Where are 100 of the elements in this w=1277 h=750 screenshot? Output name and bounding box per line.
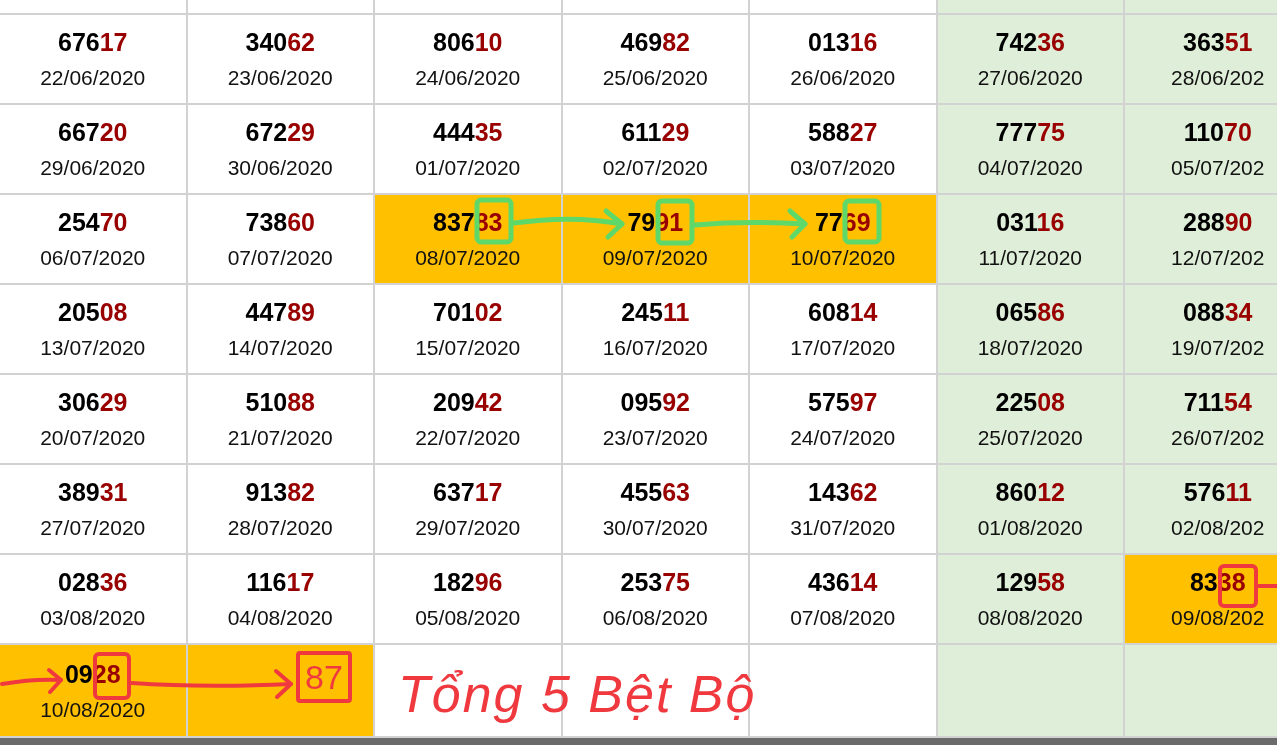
draw-date: 02/08/202	[1171, 516, 1265, 540]
lottery-number: 67617	[58, 28, 128, 56]
draw-date: 18/07/2020	[977, 336, 1083, 360]
draw-date: 28/07/2020	[227, 516, 333, 540]
draw-date: 05/07/202	[1171, 156, 1265, 180]
draw-date: 15/07/2020	[415, 336, 521, 360]
draw-date: 13/07/2020	[40, 336, 146, 360]
draw-date: 27/07/2020	[40, 516, 146, 540]
lottery-number: 74236	[995, 28, 1065, 56]
draw-date: 10/08/2020	[40, 697, 146, 722]
lottery-number: 25375	[620, 568, 690, 596]
draw-date: 14/07/2020	[227, 336, 333, 360]
lottery-number: 80610	[433, 28, 503, 56]
draw-date: 01/08/2020	[977, 516, 1083, 540]
lottery-number: 91382	[245, 478, 315, 506]
lottery-number: 22508	[995, 388, 1065, 416]
lottery-number: 20942	[433, 388, 503, 416]
draw-date: 24/07/2020	[790, 426, 896, 450]
lottery-number: 02836	[58, 568, 128, 596]
lottery-number: 63717	[433, 478, 503, 506]
draw-date: 08/07/2020	[415, 246, 521, 270]
draw-date: 07/08/2020	[790, 606, 896, 630]
lottery-number: 51088	[245, 388, 315, 416]
draw-date: 05/08/2020	[415, 606, 521, 630]
draw-date: 03/07/2020	[790, 156, 896, 180]
highlight-box	[1218, 564, 1258, 608]
lottery-number: 71154	[1183, 388, 1252, 416]
lottery-number: 18296	[433, 568, 503, 596]
lottery-number: 57597	[808, 388, 878, 416]
highlight-box	[474, 197, 514, 245]
draw-date: 25/06/2020	[602, 66, 708, 90]
handwritten-number: 87	[296, 651, 352, 703]
lottery-number: 14362	[808, 478, 878, 506]
draw-date: 10/07/2020	[790, 246, 896, 270]
draw-date: 26/07/202	[1171, 426, 1265, 450]
draw-date: 04/07/2020	[977, 156, 1083, 180]
lottery-number: 44435	[433, 118, 503, 146]
draw-date: 16/07/2020	[602, 336, 708, 360]
draw-date: 11/07/2020	[978, 246, 1082, 270]
lottery-number: 11617	[246, 568, 315, 596]
lottery-number: 09592	[620, 388, 690, 416]
lottery-number: 67229	[245, 118, 315, 146]
lottery-number: 73860	[245, 208, 315, 236]
draw-date: 31/07/2020	[790, 516, 896, 540]
highlight-box	[93, 652, 131, 700]
draw-date: 29/06/2020	[40, 156, 146, 180]
draw-date: 09/07/2020	[602, 246, 708, 270]
handwritten-note: Tổng 5 Bệt Bộ	[398, 664, 757, 724]
draw-date: 07/07/2020	[227, 246, 333, 270]
draw-date: 17/07/2020	[790, 336, 896, 360]
lottery-number: 11070	[1183, 118, 1252, 146]
lottery-number: 60814	[808, 298, 878, 326]
draw-date: 25/07/2020	[977, 426, 1083, 450]
draw-date: 12/07/202	[1171, 246, 1265, 270]
draw-date: 02/07/2020	[602, 156, 708, 180]
lottery-number: 34062	[245, 28, 315, 56]
draw-date: 06/08/2020	[602, 606, 708, 630]
draw-date: 24/06/2020	[415, 66, 521, 90]
draw-date: 03/08/2020	[40, 606, 146, 630]
draw-date: 26/06/2020	[790, 66, 896, 90]
draw-date: 30/07/2020	[602, 516, 708, 540]
draw-date: 04/08/2020	[227, 606, 333, 630]
lottery-number: 70102	[433, 298, 503, 326]
lottery-number: 77775	[995, 118, 1065, 146]
lottery-number: 25470	[58, 208, 128, 236]
draw-date: 19/07/202	[1171, 336, 1265, 360]
lottery-number: 06586	[995, 298, 1065, 326]
lottery-number: 38931	[58, 478, 128, 506]
draw-date: 01/07/2020	[415, 156, 521, 180]
lottery-number: 86012	[995, 478, 1065, 506]
highlight-box	[842, 198, 882, 245]
draw-date: 21/07/2020	[227, 426, 333, 450]
lottery-number: 46982	[620, 28, 690, 56]
draw-date: 23/06/2020	[227, 66, 333, 90]
draw-date: 27/06/2020	[977, 66, 1083, 90]
draw-date: 22/06/2020	[40, 66, 146, 90]
lottery-number: 43614	[808, 568, 878, 596]
lottery-number: 57611	[1183, 478, 1252, 506]
draw-date: 28/06/202	[1171, 66, 1265, 90]
lottery-number: 30629	[58, 388, 128, 416]
lottery-number: 03116	[996, 208, 1065, 236]
draw-date: 23/07/2020	[602, 426, 708, 450]
lottery-number: 24511	[621, 298, 690, 326]
draw-date: 30/06/2020	[227, 156, 333, 180]
lottery-number: 61129	[621, 118, 690, 146]
lottery-number: 01316	[808, 28, 878, 56]
lottery-number: 08834	[1183, 298, 1253, 326]
draw-date: 20/07/2020	[40, 426, 146, 450]
lottery-number: 36351	[1183, 28, 1253, 56]
lottery-number: 66720	[58, 118, 128, 146]
arrow-drawing	[0, 668, 63, 694]
draw-date: 29/07/2020	[415, 516, 521, 540]
lottery-number: 45563	[620, 478, 690, 506]
lottery-number: 20508	[58, 298, 128, 326]
draw-date: 09/08/202	[1171, 606, 1265, 630]
lottery-number: 58827	[808, 118, 878, 146]
draw-date: 22/07/2020	[415, 426, 521, 450]
draw-date: 06/07/2020	[40, 246, 146, 270]
lottery-number: 28890	[1183, 208, 1253, 236]
draw-date: 08/08/2020	[977, 606, 1083, 630]
